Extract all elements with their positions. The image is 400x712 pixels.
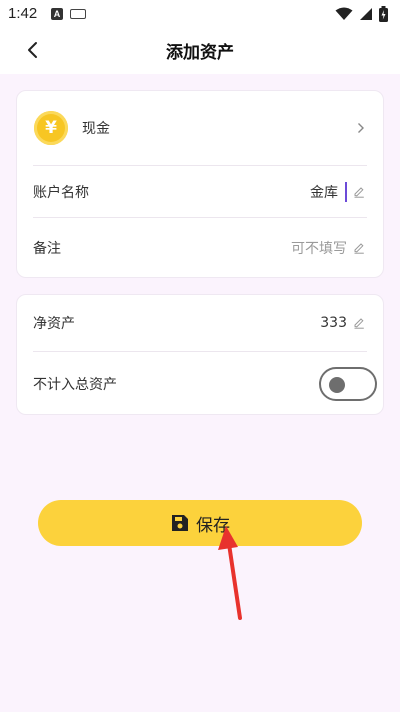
- note-row: 备注 可不填写: [17, 218, 383, 278]
- status-icons: [335, 6, 388, 22]
- net-assets-row: 净资产 333: [17, 295, 383, 351]
- coin-glyph: ¥: [45, 118, 57, 138]
- net-assets-label: 净资产: [33, 316, 75, 332]
- page-title: 添加资产: [166, 43, 234, 63]
- asset-type-row[interactable]: ¥ 现金: [17, 91, 383, 165]
- signal-icon: [360, 8, 372, 20]
- exclude-total-label: 不计入总资产: [33, 376, 117, 393]
- net-assets-value: 333: [320, 315, 347, 331]
- wifi-icon: [335, 7, 353, 20]
- balance-card: 净资产 333 不计入总资产: [16, 294, 384, 415]
- save-button[interactable]: 保存: [38, 500, 362, 546]
- account-name-value: 金库: [310, 184, 338, 201]
- asset-type-label: 现金: [82, 121, 110, 137]
- note-label: 备注: [33, 241, 61, 257]
- net-assets-input[interactable]: 333: [320, 315, 365, 331]
- keyboard-icon: [70, 9, 86, 19]
- note-placeholder: 可不填写: [291, 241, 347, 257]
- account-name-label: 账户名称: [33, 184, 89, 201]
- account-name-input[interactable]: 金库: [310, 181, 365, 202]
- pencil-icon: [354, 318, 364, 329]
- yuan-coin-icon: ¥: [34, 111, 68, 145]
- status-bar: 1:42 A: [0, 0, 400, 28]
- exclude-total-toggle[interactable]: [319, 366, 377, 401]
- exclude-total-row: 不计入总资产: [17, 352, 383, 415]
- content-area: ¥ 现金 账户名称 金库 备注 可不填写 净资产 333 不计入总资产 保存: [0, 74, 400, 712]
- save-button-label: 保存: [196, 515, 230, 536]
- pencil-icon: [354, 243, 364, 254]
- chevron-right-icon: [358, 123, 364, 133]
- notification-app-icon: A: [51, 8, 63, 20]
- asset-info-card: ¥ 现金 账户名称 金库 备注 可不填写: [16, 90, 384, 278]
- text-cursor: [345, 181, 347, 202]
- pencil-icon: [354, 186, 364, 198]
- battery-icon: [379, 6, 388, 22]
- note-input[interactable]: 可不填写: [291, 238, 365, 258]
- toggle-knob: [329, 376, 345, 393]
- app-header: 添加资产: [0, 28, 400, 74]
- status-time: 1:42: [8, 5, 38, 22]
- account-name-row: 账户名称 金库: [17, 166, 383, 217]
- save-icon: [172, 515, 188, 531]
